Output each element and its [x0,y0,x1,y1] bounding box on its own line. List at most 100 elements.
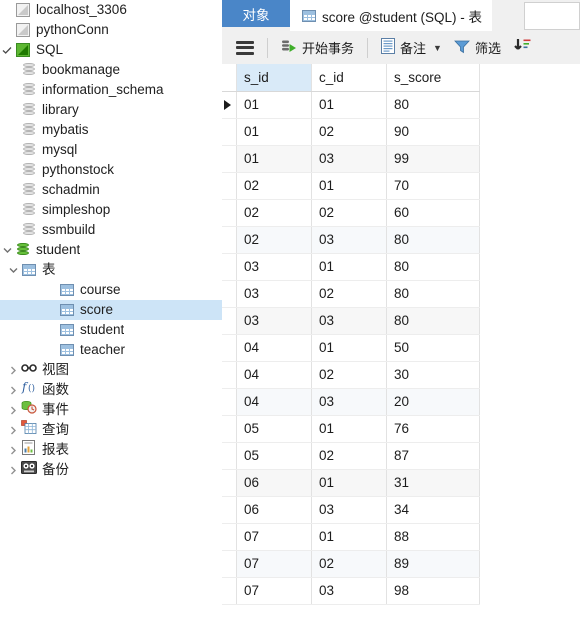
cell-c-id[interactable]: 03 [311,388,387,416]
row-marker[interactable] [222,91,237,119]
row-marker[interactable] [222,118,237,146]
cell-s-id[interactable]: 01 [236,118,312,146]
connection-tree[interactable]: localhost_3306 pythonConn SQL bookmanage inf… [0,0,222,480]
cell-c-id[interactable]: 01 [311,334,387,362]
cell-c-id[interactable]: 02 [311,199,387,227]
cell-s-id[interactable]: 02 [236,199,312,227]
table-row[interactable]: 04 01 50 [222,334,480,362]
cell-s-id[interactable]: 06 [236,496,312,524]
row-marker[interactable] [222,469,237,497]
row-marker[interactable] [222,172,237,200]
tree-item-SQL[interactable]: SQL [0,40,222,60]
cell-s-score[interactable]: 98 [386,577,480,605]
table-row[interactable]: 07 01 88 [222,523,480,551]
cell-s-id[interactable]: 05 [236,442,312,470]
data-grid[interactable]: s_id c_id s_score 01 01 80 01 02 90 01 03 99 02 01… [222,64,580,629]
chevron-down-icon[interactable] [0,246,14,255]
score-table[interactable]: s_id c_id s_score 01 01 80 01 02 90 01 03 99 02 01… [222,64,480,605]
chevron-right-icon[interactable] [6,466,20,475]
tree-item-mysql[interactable]: mysql [0,140,222,160]
row-marker[interactable] [222,307,237,335]
cell-s-score[interactable]: 50 [386,334,480,362]
cell-c-id[interactable]: 03 [311,307,387,335]
tree-item-score[interactable]: score [0,300,222,320]
row-marker[interactable] [222,226,237,254]
table-row[interactable]: 05 01 76 [222,415,480,443]
tab-overflow-box[interactable] [524,2,580,30]
cell-s-id[interactable]: 04 [236,361,312,389]
chevron-down-icon[interactable]: ▼ [433,43,442,53]
table-row[interactable]: 07 03 98 [222,577,480,605]
cell-c-id[interactable]: 01 [311,91,387,119]
tree-item-pythonConn[interactable]: pythonConn [0,20,222,40]
tree-item-mybatis[interactable]: mybatis [0,120,222,140]
tab-score-table[interactable]: score @student (SQL) - 表 [290,0,493,31]
tree-item-[interactable]: 备份 [0,460,222,480]
cell-c-id[interactable]: 02 [311,550,387,578]
row-marker[interactable] [222,550,237,578]
cell-s-id[interactable]: 07 [236,577,312,605]
cell-c-id[interactable]: 02 [311,280,387,308]
cell-s-id[interactable]: 02 [236,226,312,254]
cell-s-score[interactable]: 70 [386,172,480,200]
tree-item-student[interactable]: student [0,320,222,340]
sort-button[interactable] [507,35,542,60]
table-row[interactable]: 04 03 20 [222,388,480,416]
table-row[interactable]: 01 01 80 [222,91,480,119]
row-marker[interactable] [222,415,237,443]
tab-bar[interactable]: 对象 score @student (SQL) - 表 [222,0,580,31]
cell-s-id[interactable]: 06 [236,469,312,497]
cell-s-score[interactable]: 80 [386,226,480,254]
tab-object[interactable]: 对象 [222,0,290,27]
cell-c-id[interactable]: 03 [311,496,387,524]
cell-s-score[interactable]: 80 [386,307,480,335]
cell-c-id[interactable]: 02 [311,361,387,389]
table-row[interactable]: 03 02 80 [222,280,480,308]
cell-s-score[interactable]: 90 [386,118,480,146]
cell-s-score[interactable]: 30 [386,361,480,389]
chevron-right-icon[interactable] [6,446,20,455]
row-marker[interactable] [222,280,237,308]
row-marker[interactable] [222,442,237,470]
cell-c-id[interactable]: 02 [311,118,387,146]
cell-c-id[interactable]: 01 [311,469,387,497]
tree-item-[interactable]: 报表 [0,439,222,460]
chevron-right-icon[interactable] [6,406,20,415]
tree-item-teacher[interactable]: teacher [0,340,222,360]
cell-s-id[interactable]: 03 [236,253,312,281]
cell-s-score[interactable]: 99 [386,145,480,173]
tree-item-schadmin[interactable]: schadmin [0,180,222,200]
cell-s-id[interactable]: 04 [236,334,312,362]
table-row[interactable]: 02 02 60 [222,199,480,227]
tree-item-course[interactable]: course [0,280,222,300]
table-row[interactable]: 01 03 99 [222,145,480,173]
cell-s-score[interactable]: 34 [386,496,480,524]
row-marker[interactable] [222,388,237,416]
column-header-c-id[interactable]: c_id [311,64,387,92]
cell-c-id[interactable]: 01 [311,253,387,281]
cell-c-id[interactable]: 03 [311,145,387,173]
menu-button[interactable] [230,35,260,60]
tree-item-[interactable]: 查询 [0,420,222,440]
cell-s-id[interactable]: 01 [236,145,312,173]
chevron-down-icon[interactable] [6,266,20,275]
cell-c-id[interactable]: 03 [311,577,387,605]
table-row[interactable]: 03 03 80 [222,307,480,335]
column-header-s-id[interactable]: s_id [236,64,312,92]
cell-s-score[interactable]: 80 [386,280,480,308]
tree-item-[interactable]: 事件 [0,400,222,420]
grid-toolbar[interactable]: 开始事务 备注 ▼ 筛选 [222,31,580,65]
column-header-s-score[interactable]: s_score [386,64,480,92]
cell-s-score[interactable]: 89 [386,550,480,578]
chevron-right-icon[interactable] [6,366,20,375]
tree-item-[interactable]: f() 函数 [0,380,222,400]
chevron-right-icon[interactable] [6,426,20,435]
table-row[interactable]: 04 02 30 [222,361,480,389]
table-row[interactable]: 03 01 80 [222,253,480,281]
row-marker[interactable] [222,199,237,227]
row-marker[interactable] [222,253,237,281]
cell-s-id[interactable]: 02 [236,172,312,200]
row-marker[interactable] [222,496,237,524]
cell-s-id[interactable]: 03 [236,307,312,335]
cell-s-id[interactable]: 05 [236,415,312,443]
